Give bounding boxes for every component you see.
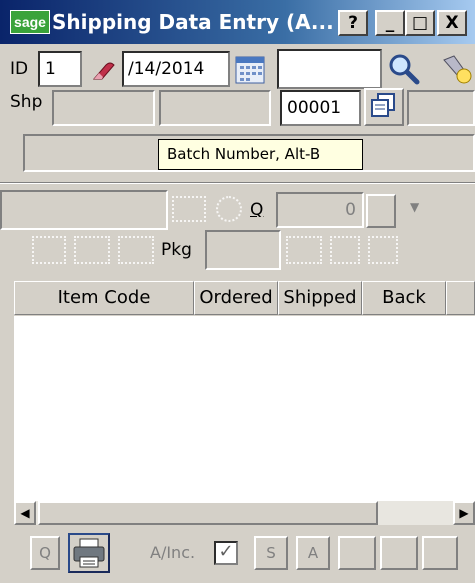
print-button[interactable] (68, 533, 110, 573)
refresh-icon (216, 196, 242, 222)
q-label: Q (250, 200, 264, 220)
ship-to-field (52, 90, 155, 126)
package-delete-icon (368, 236, 398, 264)
printer-icon (73, 538, 105, 568)
package-edit-icon (330, 236, 360, 264)
package-add-icon (286, 236, 322, 264)
quantity-field: 0 (276, 192, 364, 228)
route-icon (172, 196, 206, 222)
help-button[interactable]: ? (338, 10, 368, 36)
scroll-left-arrow-icon[interactable]: ◀ (14, 501, 36, 525)
flashlight-icon[interactable] (440, 52, 475, 86)
search-icon[interactable] (387, 52, 421, 86)
bag-icon (74, 236, 110, 264)
pallet-icon (118, 236, 154, 264)
a-inc-checkbox[interactable]: ✓ (214, 541, 238, 565)
column-ordered[interactable]: Ordered (194, 281, 278, 315)
lookup-field[interactable] (277, 49, 382, 89)
title-bar: sage Shipping Data Entry (A... ? _ □ X (0, 0, 475, 44)
batch-select-button[interactable] (364, 88, 404, 126)
column-shipped[interactable]: Shipped (278, 281, 362, 315)
window-title: Shipping Data Entry (A... (52, 10, 334, 34)
id-field[interactable]: 1 (38, 51, 82, 87)
batch-number-tooltip: Batch Number, Alt-B (158, 139, 363, 170)
column-extra (446, 281, 475, 315)
batch-extra-field (407, 90, 475, 126)
delete-icon[interactable] (422, 536, 458, 570)
cancel-icon[interactable] (380, 536, 418, 570)
pkg-label: Pkg (161, 240, 192, 260)
date-field[interactable]: /14/2014 (122, 51, 230, 87)
grid-row-header (0, 281, 14, 501)
minimize-button[interactable]: _ (375, 10, 405, 36)
id-label: ID (10, 59, 29, 79)
scroll-thumb[interactable] (38, 501, 378, 525)
separator (0, 182, 475, 184)
shp-label: Shp (10, 92, 43, 112)
column-item-code[interactable]: Item Code (14, 281, 194, 315)
dropdown-arrow-icon: ▼ (410, 200, 420, 214)
s-button[interactable]: S (254, 536, 288, 570)
column-back[interactable]: Back (362, 281, 446, 315)
maximize-button[interactable]: □ (405, 10, 435, 36)
a-inc-label: A/Inc. (150, 543, 196, 562)
line-items-grid[interactable] (14, 316, 475, 501)
scroll-right-arrow-icon[interactable]: ▶ (453, 501, 475, 525)
ship-via-field (159, 90, 271, 126)
copy-icon (371, 93, 395, 117)
close-button[interactable]: X (437, 10, 467, 36)
horizontal-scrollbar[interactable]: ◀ ▶ (14, 501, 475, 525)
batch-number-field[interactable]: 00001 (280, 90, 361, 126)
package-field (205, 230, 281, 270)
sage-logo: sage (10, 10, 50, 34)
customer-field (0, 190, 168, 230)
a-button[interactable]: A (296, 536, 330, 570)
box-icon (32, 236, 66, 264)
accept-icon[interactable] (338, 536, 376, 570)
quick-query-button[interactable]: Q (30, 536, 60, 570)
eraser-icon[interactable] (90, 57, 118, 83)
spin-button (366, 194, 396, 228)
calendar-icon[interactable] (234, 53, 266, 85)
